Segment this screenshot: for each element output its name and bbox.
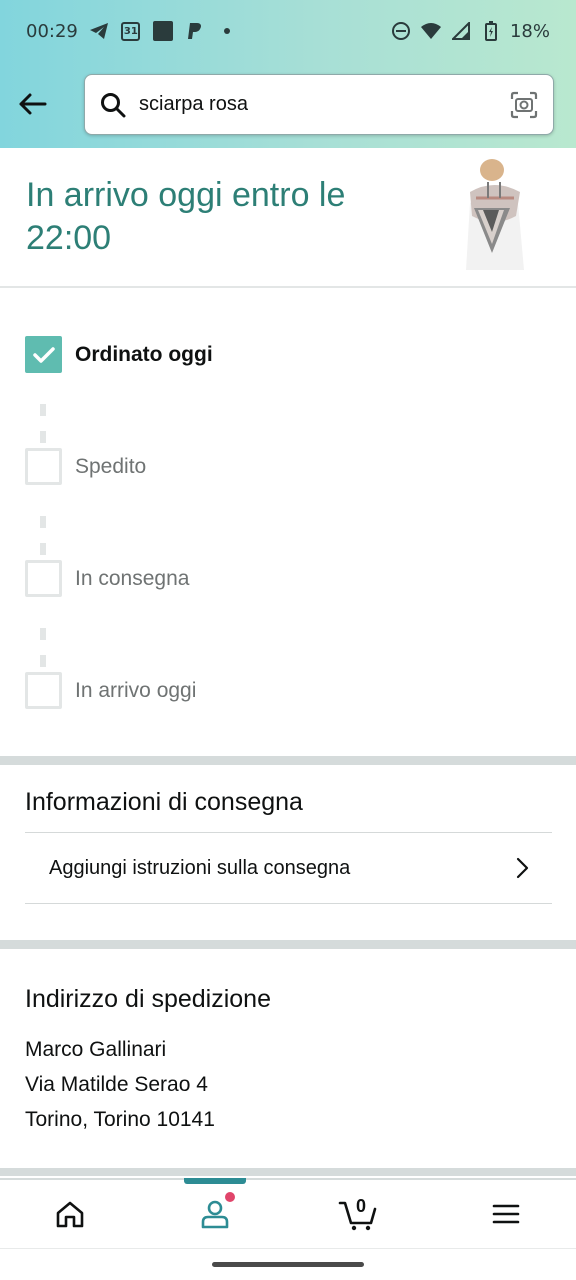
address-city: Torino, Torino 10141 (25, 1108, 215, 1131)
step-label: In arrivo oggi (75, 678, 197, 702)
step-checkbox (25, 448, 62, 485)
app-square-icon (152, 20, 174, 42)
menu-icon (492, 1204, 520, 1224)
step-out-for-delivery: In consegna (25, 560, 189, 597)
step-checkbox-checked (25, 336, 62, 373)
back-button[interactable] (14, 86, 50, 122)
tracker-dash (40, 628, 46, 640)
section-divider (0, 1168, 576, 1176)
wifi-icon (420, 20, 442, 42)
cart-count: 0 (356, 1196, 367, 1216)
notification-badge (225, 1192, 235, 1202)
step-label: In consegna (75, 566, 190, 590)
step-checkbox (25, 560, 62, 597)
step-label: Ordinato oggi (75, 342, 213, 366)
nav-cart[interactable]: 0 (308, 1180, 408, 1248)
tracker-dash (40, 516, 46, 528)
tracker-dash (40, 431, 46, 443)
do-not-disturb-icon (390, 20, 412, 42)
shipping-address-title: Indirizzo di spedizione (25, 985, 271, 1013)
tracker-dash (40, 404, 46, 416)
paypal-icon (184, 20, 206, 42)
step-checkbox (25, 672, 62, 709)
telegram-icon (88, 20, 110, 42)
step-label: Spedito (75, 454, 147, 478)
battery-percent: 18% (509, 20, 550, 42)
address-street: Via Matilde Serao 4 (25, 1073, 208, 1096)
search-bar[interactable] (84, 74, 554, 135)
arrow-left-icon (19, 93, 47, 115)
nav-home[interactable] (20, 1180, 120, 1248)
nav-menu[interactable] (456, 1180, 556, 1248)
section-divider (0, 940, 576, 949)
chevron-right-icon (512, 855, 532, 881)
order-tracker: Ordinato oggi Spedito In consegna In arr… (0, 290, 576, 756)
add-delivery-instructions-row[interactable]: Aggiungi istruzioni sulla consegna (25, 832, 552, 904)
signal-icon (450, 20, 472, 42)
scarf-product-image (452, 158, 538, 270)
account-icon (201, 1200, 229, 1229)
app-header: 00:29 31 18% sciarpa rosa (0, 0, 576, 148)
home-gesture-pill[interactable] (212, 1262, 364, 1267)
search-icon (99, 91, 127, 119)
section-divider (0, 756, 576, 765)
tracker-dash (40, 655, 46, 667)
step-ordered: Ordinato oggi (25, 336, 213, 373)
calendar-icon: 31 (120, 20, 142, 42)
step-arriving-today: In arrivo oggi (25, 672, 196, 709)
arrival-section: In arrivo oggi entro le 22:00 (0, 148, 576, 288)
status-time: 00:29 (26, 20, 78, 42)
address-name: Marco Gallinari (25, 1038, 167, 1061)
battery-charging-icon (480, 20, 502, 42)
system-gesture-bar (0, 1248, 576, 1280)
step-shipped: Spedito (25, 448, 146, 485)
notification-dot-icon (223, 28, 230, 34)
status-bar: 00:29 31 18% (0, 0, 576, 62)
home-icon (56, 1201, 84, 1228)
arrival-title: In arrivo oggi entro le 22:00 (26, 176, 346, 257)
search-input[interactable] (139, 84, 509, 125)
product-thumbnail[interactable] (452, 158, 538, 270)
add-delivery-instructions-label: Aggiungi istruzioni sulla consegna (49, 856, 351, 879)
nav-account[interactable] (165, 1180, 265, 1248)
camera-scan-icon[interactable] (509, 90, 539, 120)
checkmark-icon (32, 346, 55, 363)
tracker-dash (40, 543, 46, 555)
bottom-navigation: 0 (0, 1178, 576, 1248)
delivery-info-title: Informazioni di consegna (25, 788, 303, 816)
